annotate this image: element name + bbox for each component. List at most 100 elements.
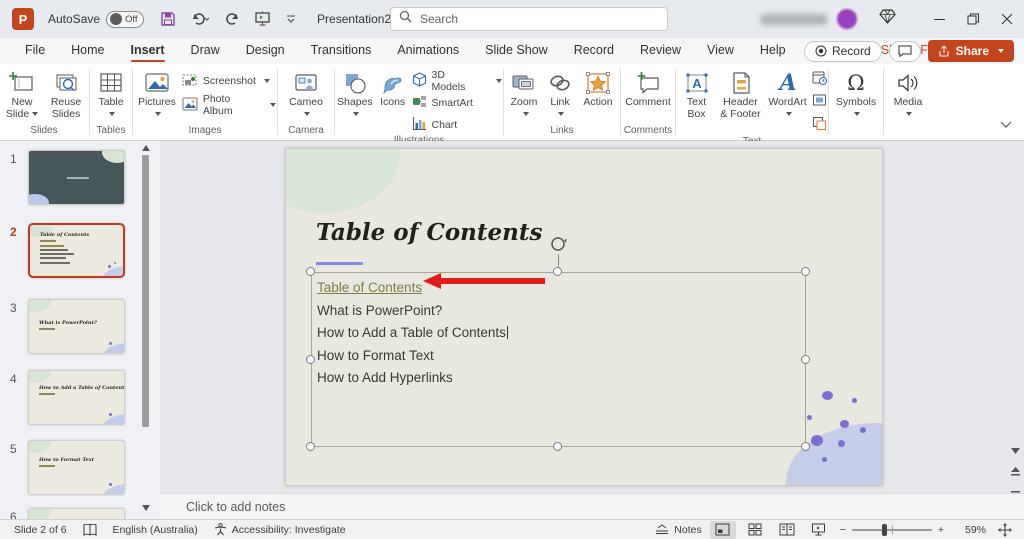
- cameo-button[interactable]: Cameo: [282, 68, 330, 122]
- shapes-button[interactable]: Shapes: [336, 68, 374, 122]
- chart-button[interactable]: Chart: [412, 115, 503, 135]
- autosave-toggle[interactable]: Off: [106, 11, 144, 28]
- slide-6-thumbnail[interactable]: [28, 508, 125, 519]
- autosave-control[interactable]: AutoSave Off: [48, 11, 144, 28]
- scroll-up-icon[interactable]: [141, 143, 150, 153]
- reuse-slides-button[interactable]: Reuse Slides: [45, 68, 87, 122]
- share-button[interactable]: Share: [928, 40, 1014, 62]
- menu-tab-transitions[interactable]: Transitions: [298, 39, 385, 63]
- slide-show-button[interactable]: [806, 521, 832, 539]
- zoom-in-button[interactable]: +: [936, 520, 952, 539]
- scroll-down-button[interactable]: [1011, 441, 1020, 459]
- scroll-down-icon[interactable]: [141, 503, 150, 513]
- accessibility-button[interactable]: Accessibility: Investigate: [206, 520, 354, 539]
- toc-text-box[interactable]: Table of Contents What is PowerPoint? Ho…: [311, 272, 806, 447]
- selection-handle-bottom-right[interactable]: [801, 442, 810, 451]
- close-button[interactable]: [990, 0, 1024, 38]
- smartart-button[interactable]: SmartArt: [412, 93, 503, 113]
- link-button[interactable]: Link: [544, 68, 576, 122]
- menu-tab-design[interactable]: Design: [233, 39, 298, 63]
- zoom-slider-thumb[interactable]: [882, 524, 887, 536]
- header-footer-button[interactable]: Header & Footer: [718, 68, 764, 122]
- screenshot-button[interactable]: Screenshot: [182, 71, 276, 91]
- zoom-button[interactable]: Zoom: [506, 68, 542, 122]
- toc-hyperlink[interactable]: Table of Contents: [317, 280, 422, 295]
- selection-handle-bottom-middle[interactable]: [553, 442, 562, 451]
- start-presentation-icon[interactable]: [254, 11, 271, 27]
- toc-item[interactable]: How to Format Text: [317, 345, 805, 368]
- slide-1-thumbnail[interactable]: [28, 150, 125, 205]
- pictures-button[interactable]: Pictures: [134, 68, 180, 122]
- slide-title[interactable]: Table of Contents: [316, 219, 542, 246]
- 3d-models-button[interactable]: 3D Models: [412, 71, 503, 91]
- search-box[interactable]: Search: [390, 7, 668, 31]
- menu-tab-record[interactable]: Record: [561, 39, 627, 63]
- undo-icon[interactable]: [190, 11, 210, 27]
- toc-item[interactable]: How to Add Hyperlinks: [317, 367, 805, 390]
- zoom-slider-track[interactable]: [852, 529, 932, 531]
- photo-album-button[interactable]: Photo Album: [182, 95, 276, 115]
- selection-handle-top-left[interactable]: [306, 267, 315, 276]
- notes-pane[interactable]: Click to add notes: [160, 493, 1024, 519]
- table-button[interactable]: Table: [92, 68, 130, 122]
- save-icon[interactable]: [160, 11, 176, 27]
- rotation-handle[interactable]: [549, 235, 567, 258]
- fit-slide-to-window-button[interactable]: [992, 521, 1018, 539]
- zoom-slider[interactable]: [852, 529, 932, 531]
- record-button[interactable]: Record: [804, 41, 882, 62]
- selection-handle-top-middle[interactable]: [553, 267, 562, 276]
- notes-toggle-button[interactable]: Notes: [647, 520, 709, 539]
- comment-button[interactable]: Comment: [623, 68, 673, 110]
- icons-button[interactable]: Icons: [376, 68, 410, 110]
- menu-tab-review[interactable]: Review: [627, 39, 694, 63]
- selection-handle-middle-right[interactable]: [801, 355, 810, 364]
- object-button[interactable]: [812, 116, 827, 136]
- slide-5-thumbnail[interactable]: How to Format Text: [28, 440, 125, 495]
- menu-tab-draw[interactable]: Draw: [178, 39, 233, 63]
- menu-tab-file[interactable]: File: [12, 39, 58, 63]
- menu-tab-insert[interactable]: Insert: [118, 39, 178, 63]
- previous-slide-button[interactable]: [1011, 465, 1020, 483]
- toc-item[interactable]: What is PowerPoint?: [317, 300, 805, 323]
- user-avatar[interactable]: [837, 9, 857, 29]
- premium-features-icon[interactable]: [879, 9, 896, 29]
- selection-handle-bottom-left[interactable]: [306, 442, 315, 451]
- slide-number-button[interactable]: [812, 93, 827, 113]
- slide-3-thumbnail[interactable]: What is PowerPoint?: [28, 299, 125, 354]
- wordart-button[interactable]: A WordArt: [766, 68, 810, 122]
- language-button[interactable]: English (Australia): [105, 520, 206, 539]
- action-button[interactable]: Action: [578, 68, 618, 110]
- collapse-ribbon-button[interactable]: [1000, 116, 1012, 134]
- selection-handle-top-right[interactable]: [801, 267, 810, 276]
- scrollbar-thumb[interactable]: [142, 155, 149, 427]
- menu-tab-home[interactable]: Home: [58, 39, 117, 63]
- spell-check-button[interactable]: [75, 520, 105, 539]
- pictures-icon: [144, 70, 170, 96]
- restore-button[interactable]: [956, 0, 990, 38]
- customize-qat-icon[interactable]: [285, 13, 297, 25]
- menu-tab-view[interactable]: View: [694, 39, 747, 63]
- slide-4-thumbnail[interactable]: How to Add a Table of Contents: [28, 370, 125, 425]
- slide-canvas[interactable]: Table of Contents Table of Contents What…: [285, 148, 883, 486]
- normal-view-button[interactable]: [710, 521, 736, 539]
- thumbnail-scrollbar[interactable]: [141, 141, 150, 519]
- symbols-button[interactable]: Ω Symbols: [832, 68, 880, 122]
- menu-tab-help[interactable]: Help: [747, 39, 799, 63]
- comments-button[interactable]: [889, 41, 921, 62]
- toc-item[interactable]: How to Add a Table of Contents: [317, 322, 805, 345]
- redo-icon[interactable]: [224, 11, 240, 27]
- zoom-level[interactable]: 59%: [952, 524, 986, 536]
- text-box-button[interactable]: A Text Box: [678, 68, 716, 122]
- menu-tab-animations[interactable]: Animations: [384, 39, 472, 63]
- media-button[interactable]: Media: [887, 68, 929, 122]
- date-time-button[interactable]: [812, 70, 827, 90]
- slide-indicator[interactable]: Slide 2 of 6: [0, 520, 75, 539]
- new-slide-button[interactable]: New Slide: [1, 68, 43, 122]
- slide-2-thumbnail[interactable]: Table of Contents: [28, 223, 125, 278]
- menu-tab-slide-show[interactable]: Slide Show: [472, 39, 561, 63]
- zoom-out-button[interactable]: −: [832, 520, 848, 539]
- reading-view-button[interactable]: [774, 521, 800, 539]
- slide-sorter-view-button[interactable]: [742, 521, 768, 539]
- minimize-button[interactable]: [922, 0, 956, 38]
- selection-handle-middle-left[interactable]: [306, 355, 315, 364]
